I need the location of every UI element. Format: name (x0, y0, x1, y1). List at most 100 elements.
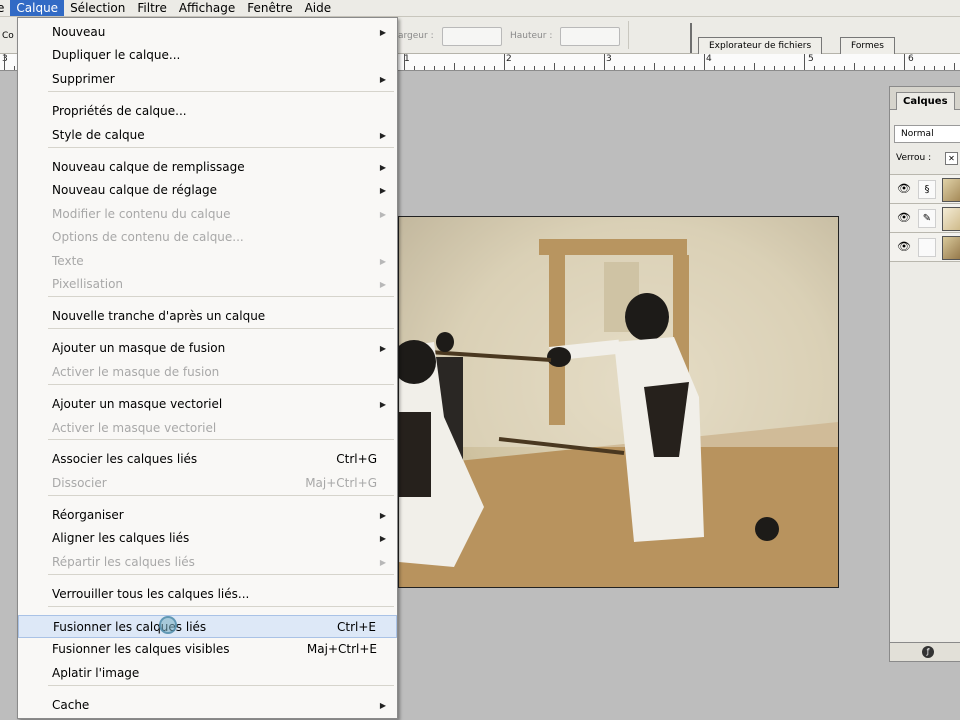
menu-item-repartir-calques: Répartir les calques liés ▶ (18, 551, 397, 574)
ruler-tick (484, 66, 485, 70)
ruler-tick (934, 66, 935, 70)
ruler-tick (784, 66, 785, 70)
menu-item-calque-remplissage[interactable]: Nouveau calque de remplissage ▶ (18, 156, 397, 179)
canvas-image[interactable] (398, 216, 839, 588)
ruler-tick (674, 66, 675, 70)
brush-icon[interactable]: ✎ (918, 209, 936, 228)
ruler-tick (584, 66, 585, 70)
lock-transparency-checkbox[interactable]: ✕ (945, 152, 958, 165)
submenu-arrow-icon: ▶ (379, 400, 386, 409)
ruler-tick (554, 63, 555, 70)
ruler-tick (404, 54, 405, 70)
menu-item-ajouter-masque-fusion[interactable]: Ajouter un masque de fusion ▶ (18, 337, 397, 360)
menu-fenetre[interactable]: Fenêtre (241, 0, 298, 16)
menu-image[interactable]: e (0, 0, 10, 16)
menu-item-supprimer[interactable]: Supprimer ▶ (18, 68, 397, 91)
menu-selection[interactable]: Sélection (64, 0, 131, 16)
menu-item-label: Réorganiser (52, 508, 124, 522)
layer-link-slot[interactable] (918, 238, 936, 257)
tab-shapes[interactable]: Formes (840, 37, 895, 54)
ruler-tick (444, 66, 445, 70)
submenu-arrow-icon: ▶ (379, 257, 386, 266)
menu-item-texte: Texte ▶ (18, 250, 397, 273)
palette-well: Explorateur de fichiers Formes (690, 23, 960, 54)
menu-bar: e Calque Sélection Filtre Affichage Fenê… (0, 0, 960, 17)
menu-item-modifier-contenu: Modifier le contenu du calque ▶ (18, 203, 397, 226)
ruler-tick (494, 66, 495, 70)
ruler-tick (604, 54, 605, 70)
menu-item-aplatir-image[interactable]: Aplatir l'image (18, 662, 397, 685)
menu-item-style-calque[interactable]: Style de calque ▶ (18, 124, 397, 147)
menu-item-fusionner-calques-visibles[interactable]: Fusionner les calques visibles Maj+Ctrl+E (18, 638, 397, 661)
blend-mode-select[interactable]: Normal (894, 125, 960, 143)
menu-item-activer-masque-vectoriel: Activer le masque vectoriel (18, 417, 397, 440)
menu-item-cache[interactable]: Cache ▶ (18, 694, 397, 717)
menu-separator (48, 91, 394, 92)
link-icon[interactable]: § (918, 180, 936, 199)
menu-item-reorganiser[interactable]: Réorganiser ▶ (18, 504, 397, 527)
menu-item-options-contenu: Options de contenu de calque... (18, 226, 397, 249)
menu-item-label: Nouveau calque de remplissage (52, 160, 245, 174)
menu-affichage[interactable]: Affichage (173, 0, 241, 16)
menu-filtre[interactable]: Filtre (131, 0, 172, 16)
ruler-tick (524, 66, 525, 70)
layer-style-icon[interactable]: ƒ (922, 646, 934, 658)
menu-item-nouvelle-tranche[interactable]: Nouvelle tranche d'après un calque (18, 305, 397, 328)
menu-separator (48, 495, 394, 496)
menu-item-associer-calques[interactable]: Associer les calques liés Ctrl+G (18, 448, 397, 471)
menu-item-aligner-calques[interactable]: Aligner les calques liés ▶ (18, 527, 397, 550)
menu-item-dissocier: Dissocier Maj+Ctrl+G (18, 472, 397, 495)
height-field[interactable] (560, 27, 620, 46)
tab-file-browser[interactable]: Explorateur de fichiers (698, 37, 823, 54)
menu-item-label: Style de calque (52, 128, 145, 142)
tab-layers[interactable]: Calques (896, 92, 955, 110)
menu-calque[interactable]: Calque (10, 0, 65, 16)
ruler-tick (734, 66, 735, 70)
ruler-tick (724, 66, 725, 70)
layer-row[interactable]: 👁 ✎ (890, 203, 960, 232)
menu-item-label: Aplatir l'image (52, 666, 140, 680)
eye-icon[interactable]: 👁 (896, 181, 912, 197)
width-label: argeur : (398, 31, 434, 41)
layer-row[interactable]: 👁 § (890, 174, 960, 203)
ruler-tick (574, 66, 575, 70)
menu-item-verrouiller-calques[interactable]: Verrouiller tous les calques liés... (18, 583, 397, 606)
menu-item-shortcut: Ctrl+G (336, 452, 377, 466)
layer-thumbnail (942, 236, 960, 260)
ruler-tick (4, 54, 5, 70)
menu-item-nouveau[interactable]: Nouveau ▶ (18, 21, 397, 44)
eye-icon[interactable]: 👁 (896, 239, 912, 255)
menu-item-label: Aligner les calques liés (52, 531, 190, 545)
menu-item-label: Supprimer (52, 72, 115, 86)
ruler-tick (614, 66, 615, 70)
ruler-number: 3 (606, 54, 612, 64)
menu-item-fusionner-calques-lies[interactable]: Fusionner les calques liés Ctrl+E (18, 615, 397, 638)
mouse-cursor-indicator (159, 616, 177, 634)
menu-item-label: Nouvelle tranche d'après un calque (52, 309, 266, 323)
menu-item-label: Nouveau (52, 25, 106, 39)
kendo-photo (399, 217, 838, 587)
menu-item-ajouter-masque-vectoriel[interactable]: Ajouter un masque vectoriel ▶ (18, 393, 397, 416)
menu-item-dupliquer-calque[interactable]: Dupliquer le calque... (18, 44, 397, 67)
menu-item-label: Options de contenu de calque... (52, 230, 244, 244)
menu-aide[interactable]: Aide (299, 0, 338, 16)
eye-icon[interactable]: 👁 (896, 210, 912, 226)
layer-row[interactable]: 👁 (890, 232, 960, 262)
ruler-tick (664, 66, 665, 70)
menu-item-label: Activer le masque de fusion (52, 365, 220, 379)
ruler-tick (424, 66, 425, 70)
layers-tabstrip: Calques (890, 87, 960, 110)
menu-item-proprietes-calque[interactable]: Propriétés de calque... (18, 100, 397, 123)
menu-item-calque-reglage[interactable]: Nouveau calque de réglage ▶ (18, 179, 397, 202)
lock-label: Verrou : (896, 153, 932, 163)
width-field[interactable] (442, 27, 502, 46)
submenu-arrow-icon: ▶ (379, 28, 386, 37)
menu-item-label: Modifier le contenu du calque (52, 207, 231, 221)
ruler-tick (914, 66, 915, 70)
menu-item-label: Dissocier (52, 476, 107, 490)
submenu-arrow-icon: ▶ (379, 210, 386, 219)
ruler-tick (14, 66, 15, 70)
ruler-tick (644, 66, 645, 70)
ruler-tick (634, 66, 635, 70)
ruler-tick (684, 66, 685, 70)
